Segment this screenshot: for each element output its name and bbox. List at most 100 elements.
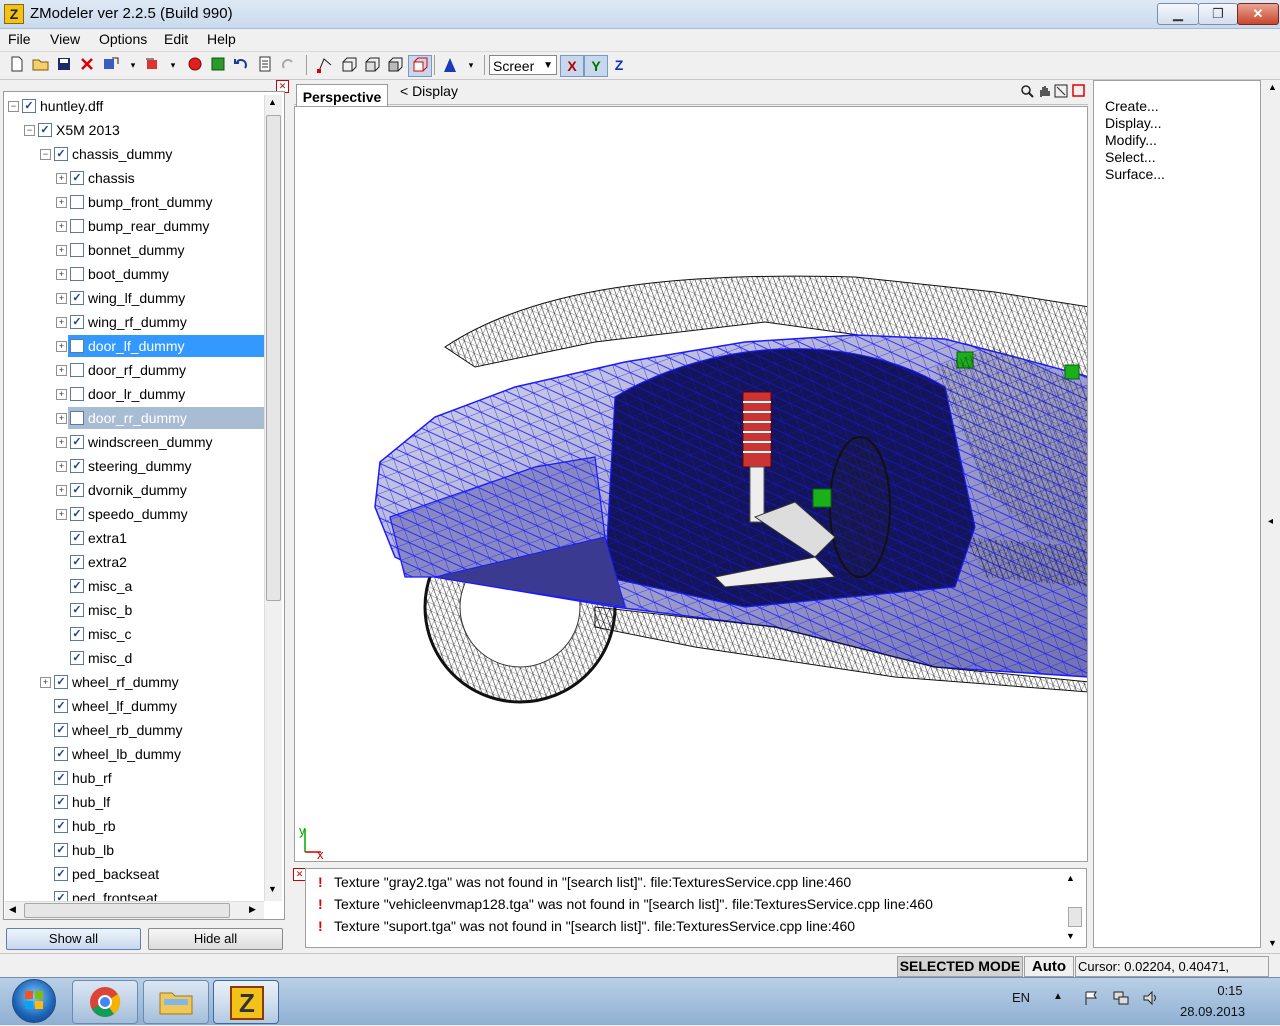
select-all-icon[interactable]	[408, 55, 432, 77]
expand-icon[interactable]: +	[56, 389, 67, 400]
visibility-checkbox[interactable]: ✓	[70, 555, 84, 569]
chevron-down-icon[interactable]: ▾	[466, 56, 476, 74]
tree-node[interactable]: ✓ hub_lf	[4, 791, 266, 813]
scroll-up-icon[interactable]: ▲	[268, 97, 277, 107]
chevron-down-icon[interactable]: ▾	[128, 56, 138, 74]
delete-icon[interactable]	[78, 56, 96, 74]
tree-node[interactable]: ✓ ped_backseat	[4, 863, 266, 885]
tree-node[interactable]: ✓ extra2	[4, 551, 266, 573]
viewport-3d[interactable]: y x	[294, 106, 1088, 862]
visibility-checkbox[interactable]	[70, 339, 84, 353]
command-surface[interactable]: Surface...	[1105, 166, 1165, 182]
open-folder-icon[interactable]	[32, 56, 50, 74]
tree-node[interactable]: + bump_front_dummy	[4, 191, 266, 213]
visibility-checkbox[interactable]	[70, 267, 84, 281]
pan-hand-icon[interactable]	[1037, 84, 1052, 101]
select-cube-icon[interactable]	[386, 56, 404, 74]
log-scroll-thumb[interactable]	[1068, 907, 1082, 927]
auto-status[interactable]: Auto	[1024, 956, 1074, 977]
tab-perspective[interactable]: Perspective	[296, 84, 388, 106]
taskbar-zmodeler[interactable]: Z	[213, 980, 279, 1024]
visibility-checkbox[interactable]: ✓	[70, 627, 84, 641]
visibility-checkbox[interactable]: ✓	[70, 435, 84, 449]
minimize-button[interactable]: ▁	[1157, 3, 1199, 25]
maximize-button[interactable]: ❐	[1198, 3, 1238, 25]
expand-icon[interactable]: +	[56, 461, 67, 472]
maximize-viewport-icon[interactable]	[1072, 84, 1087, 101]
tree-node[interactable]: + door_rf_dummy	[4, 359, 266, 381]
tree-node[interactable]: + bonnet_dummy	[4, 239, 266, 261]
visibility-checkbox[interactable]: ✓	[70, 507, 84, 521]
undo-icon[interactable]	[232, 56, 250, 74]
visibility-checkbox[interactable]: ✓	[54, 771, 68, 785]
visibility-checkbox[interactable]: ✓	[70, 459, 84, 473]
visibility-checkbox[interactable]: ✓	[54, 747, 68, 761]
expand-icon[interactable]: +	[56, 485, 67, 496]
tree-node[interactable]: + bump_rear_dummy	[4, 215, 266, 237]
visibility-checkbox[interactable]: ✓	[54, 819, 68, 833]
display-toggle[interactable]: < Display	[400, 83, 458, 99]
selection-mode-status[interactable]: SELECTED MODE	[897, 956, 1023, 977]
new-file-icon[interactable]	[8, 56, 26, 74]
select-vertex-icon[interactable]	[316, 56, 334, 74]
zoom-icon[interactable]	[1020, 84, 1035, 101]
command-modify[interactable]: Modify...	[1105, 132, 1157, 148]
record-icon[interactable]	[186, 56, 204, 74]
tray-expand-icon[interactable]: ▲	[1053, 991, 1063, 1002]
visibility-checkbox[interactable]: ✓	[70, 171, 84, 185]
visibility-checkbox[interactable]	[70, 387, 84, 401]
tree-node[interactable]: ✓ extra1	[4, 527, 266, 549]
expand-icon[interactable]: +	[56, 269, 67, 280]
visibility-checkbox[interactable]: ✓	[70, 315, 84, 329]
expand-icon[interactable]: +	[56, 341, 67, 352]
tree-node-group[interactable]: − ✓ chassis_dummy	[4, 143, 266, 165]
save-icon[interactable]	[55, 56, 73, 74]
taskbar-chrome[interactable]	[72, 980, 138, 1024]
collapse-icon[interactable]: −	[40, 149, 51, 160]
menu-edit[interactable]: Edit	[164, 31, 188, 47]
tree-vertical-scroll-thumb[interactable]	[266, 115, 281, 601]
tree-node[interactable]: ✓ misc_b	[4, 599, 266, 621]
scroll-down-icon[interactable]: ▼	[268, 884, 277, 894]
visibility-checkbox[interactable]: ✓	[54, 867, 68, 881]
menu-file[interactable]: File	[8, 31, 31, 47]
expand-icon[interactable]: +	[56, 245, 67, 256]
menu-options[interactable]: Options	[99, 31, 147, 47]
visibility-checkbox[interactable]: ✓	[22, 99, 36, 113]
tree-node[interactable]: ✓ wheel_lb_dummy	[4, 743, 266, 765]
command-create[interactable]: Create...	[1105, 98, 1159, 114]
clock-time[interactable]: 0:15	[1204, 983, 1256, 998]
flag-icon[interactable]	[1083, 990, 1099, 1009]
tree-node[interactable]: + ✓ wing_lf_dummy	[4, 287, 266, 309]
scroll-up-icon[interactable]: ▲	[1268, 82, 1277, 92]
tree-node[interactable]: ✓ misc_a	[4, 575, 266, 597]
app-icon[interactable]: Z	[4, 4, 24, 24]
command-select[interactable]: Select...	[1105, 149, 1156, 165]
visibility-checkbox[interactable]: ✓	[54, 843, 68, 857]
coordinate-system-select[interactable]: Screer ▼	[489, 55, 557, 75]
material-icon[interactable]	[209, 56, 227, 74]
expand-icon[interactable]: +	[56, 173, 67, 184]
expand-icon[interactable]: +	[56, 221, 67, 232]
scroll-down-icon[interactable]: ▼	[1268, 938, 1277, 948]
scroll-down-icon[interactable]: ▼	[1066, 931, 1075, 941]
hierarchy-tree[interactable]: − ✓ huntley.dff − ✓ X5M 2013− ✓ chassis_dummy + ✓…	[3, 91, 285, 920]
tree-node[interactable]: + door_rr_dummy	[4, 407, 266, 429]
tree-node[interactable]: + ✓ wheel_rf_dummy	[4, 671, 266, 693]
volume-icon[interactable]	[1142, 990, 1160, 1009]
expand-icon[interactable]: +	[56, 317, 67, 328]
expand-icon[interactable]: +	[56, 413, 67, 424]
expand-icon[interactable]: +	[56, 437, 67, 448]
scroll-right-icon[interactable]: ▶	[249, 904, 256, 915]
expand-icon[interactable]: +	[56, 509, 67, 520]
show-all-button[interactable]: Show all	[6, 928, 141, 950]
expand-icon[interactable]: +	[56, 293, 67, 304]
select-face-icon[interactable]	[340, 56, 358, 74]
tree-node[interactable]: + door_lr_dummy	[4, 383, 266, 405]
visibility-checkbox[interactable]	[70, 411, 84, 425]
axis-z-toggle[interactable]: Z	[608, 55, 630, 75]
command-display[interactable]: Display...	[1105, 115, 1162, 131]
hide-all-button[interactable]: Hide all	[148, 928, 283, 950]
tree-node[interactable]: ✓ misc_d	[4, 647, 266, 669]
expand-icon[interactable]: +	[56, 365, 67, 376]
